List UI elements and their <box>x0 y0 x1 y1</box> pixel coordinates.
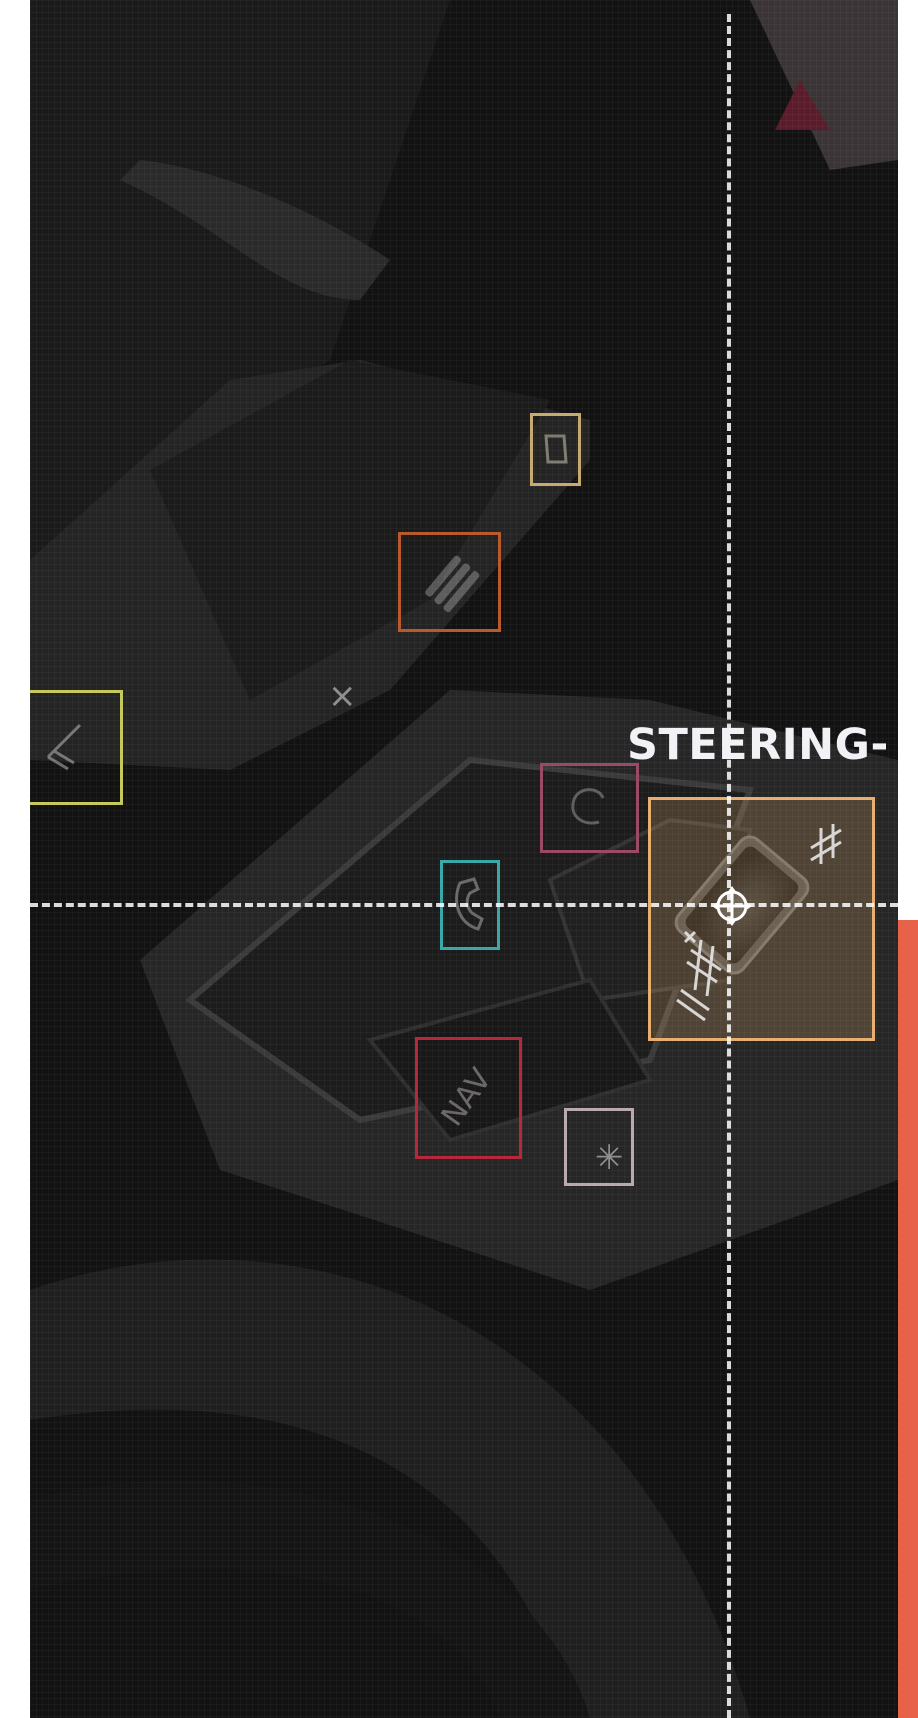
lights-button[interactable] <box>398 532 501 632</box>
settings-button[interactable] <box>564 1108 634 1186</box>
wiper-button[interactable] <box>30 690 123 805</box>
phone-icon <box>544 434 568 464</box>
steering-label: STEERING- <box>627 720 889 770</box>
camera-view: × ✳ NAV STEERING- <box>30 0 898 1718</box>
voice-button[interactable] <box>540 763 639 853</box>
phone-top-button[interactable] <box>530 413 581 486</box>
move-icon[interactable] <box>710 884 754 928</box>
accent-strip <box>898 920 918 1718</box>
steering-hotspot[interactable] <box>648 797 875 1041</box>
media-controls-icons <box>676 824 842 1022</box>
voice-icon <box>571 788 605 825</box>
vertical-guide-line <box>727 14 731 1718</box>
nav-button[interactable]: NAV <box>415 1037 522 1159</box>
close-icon: × <box>328 676 357 716</box>
nav-label: NAV <box>434 1062 499 1133</box>
horizontal-guide-line <box>30 903 898 907</box>
wiper-icon <box>46 723 82 771</box>
lights-icon <box>425 555 480 613</box>
